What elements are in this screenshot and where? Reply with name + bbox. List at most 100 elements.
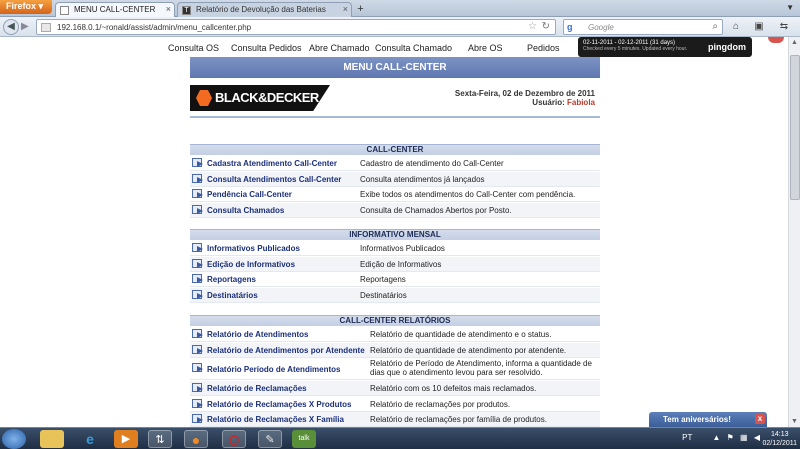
pingdom-logo: pingdom (708, 42, 746, 52)
menu-row: Pendência Call-Center Exibe todos os aten… (190, 187, 600, 202)
clock-time: 14:13 (770, 431, 789, 438)
menu-link[interactable]: Relatório de Reclamações X Família (207, 415, 344, 424)
page-title: MENU CALL-CENTER (190, 57, 600, 78)
search-icon[interactable]: ⌕ (712, 21, 718, 32)
menu-link[interactable]: Destinatários (207, 291, 258, 300)
menu-arrow-icon (192, 329, 204, 340)
menu-description: Reportagens (360, 275, 406, 284)
language-indicator[interactable]: PT (682, 433, 692, 442)
clock-date: 02/12/2011 (762, 440, 797, 447)
volume-icon[interactable]: ◀ (754, 433, 760, 442)
new-tab-button[interactable]: + (354, 3, 367, 16)
menu-pedidos[interactable]: Pedidos (527, 43, 560, 53)
navigation-bar: ◀ ▶ 192.168.0.1/~ronald/assist/admin/men… (0, 17, 800, 37)
menu-link[interactable]: Reportagens (207, 275, 256, 284)
brand-text: BLACK&DECKER (215, 90, 319, 105)
user-info: Usuário: Fabiola (532, 98, 595, 107)
pingdom-popup[interactable]: 02-11-2011 - 02-12-2011 (31 days) Checke… (578, 37, 752, 57)
menu-description: Consulta atendimentos já lançados (360, 174, 485, 184)
menu-row: Reportagens Reportagens (190, 272, 600, 287)
menu-link[interactable]: Pendência Call-Center (207, 190, 292, 199)
menu-consulta-os[interactable]: Consulta OS (168, 43, 219, 53)
menu-link[interactable]: Relatório de Atendimentos por Atendente (207, 346, 365, 355)
brand-row: BLACK&DECKER Sexta-Feira, 02 de Dezembro… (190, 78, 600, 118)
forward-button[interactable]: ▶ (21, 21, 29, 32)
tab-letter-icon: T (182, 6, 191, 15)
menu-link[interactable]: Informativos Publicados (207, 244, 300, 253)
menu-row: Informativos Publicados Informativos Publ… (190, 241, 600, 256)
home-icon[interactable]: ⌂ (727, 19, 745, 35)
vertical-scrollbar[interactable]: ▲ ▼ (788, 37, 800, 427)
close-icon[interactable]: x (755, 414, 765, 424)
folder-icon[interactable] (40, 430, 64, 448)
menu-row: Relatório de Reclamações X Produtos Relat… (190, 397, 600, 412)
black-decker-logo: BLACK&DECKER (190, 85, 330, 111)
menu-description: Edição de Informativos (360, 259, 442, 269)
menu-row: Destinatários Destinatários (190, 287, 600, 303)
menu-arrow-icon (192, 243, 204, 254)
menu-abre-os[interactable]: Abre OS (468, 43, 503, 53)
reload-icon[interactable]: ↻ (542, 21, 550, 32)
menu-row: Cadastra Atendimento Call-Center Cadastro… (190, 156, 600, 171)
firefox-icon[interactable]: ● (184, 430, 208, 448)
section-header: INFORMATIVO MENSAL (190, 229, 600, 240)
user-name: Fabiola (566, 98, 595, 107)
menu-link[interactable]: Relatório de Reclamações X Produtos (207, 400, 352, 409)
page-favicon-icon (60, 6, 69, 15)
menu-link[interactable]: Cadastra Atendimento Call-Center (207, 159, 337, 168)
network-app-icon[interactable]: ⇅ (148, 430, 172, 448)
bookmark-star-icon[interactable]: ☆ (528, 21, 537, 32)
tab-bar: Firefox ▾ MENU CALL-CENTER × T Relatório… (0, 0, 800, 17)
scroll-down-icon[interactable]: ▼ (791, 418, 798, 425)
scroll-up-icon[interactable]: ▲ (791, 39, 798, 46)
document-app-icon[interactable]: ✎ (258, 430, 282, 448)
close-tab-icon[interactable]: × (343, 4, 348, 14)
menu-description: Relatório de reclamações por família de … (370, 415, 547, 424)
menu-link[interactable]: Relatório de Reclamações (207, 384, 307, 393)
section-header: CALL-CENTER RELATÓRIOS (190, 315, 600, 326)
url-bar[interactable]: 192.168.0.1/~ronald/assist/admin/menu_ca… (36, 19, 556, 35)
network-icon[interactable]: ▦ (740, 433, 748, 442)
start-button[interactable] (2, 429, 26, 449)
menu-description: Consulta de Chamados Abertos por Posto. (360, 205, 512, 215)
menu-arrow-icon[interactable]: ⇆ (775, 19, 793, 35)
google-icon[interactable]: g (567, 22, 573, 32)
tab-list-icon[interactable]: ▼ (786, 3, 794, 12)
scrollbar-thumb[interactable] (790, 55, 800, 200)
close-tab-icon[interactable]: × (166, 4, 171, 14)
addon-icon[interactable]: ▣ (750, 19, 768, 35)
menu-link[interactable]: Edição de Informativos (207, 260, 295, 269)
windows-taskbar: e ▶ ⇅ ● O ✎ talk PT ▲ ⚑ ▦ ◀ 14:13 02/12/… (0, 427, 800, 449)
tray-arrow-icon[interactable]: ▲ (712, 433, 720, 442)
menu-arrow-icon (192, 398, 204, 410)
menu-abre-chamado[interactable]: Abre Chamado (309, 43, 370, 53)
menu-arrow-icon (192, 414, 204, 425)
birthday-label: Tem aniversários! (663, 415, 731, 424)
media-player-icon[interactable]: ▶ (114, 430, 138, 448)
internet-explorer-icon[interactable]: e (78, 430, 102, 448)
menu-arrow-icon (192, 289, 204, 301)
firefox-menu-button[interactable]: Firefox ▾ (0, 0, 52, 14)
search-input[interactable]: g Google ⌕ (563, 19, 723, 35)
menu-consulta-chamado[interactable]: Consulta Chamado (375, 43, 452, 53)
menu-link[interactable]: Consulta Chamados (207, 206, 284, 215)
tab-relatorio-devolucao[interactable]: T Relatório de Devolução das Baterias × (177, 2, 352, 17)
menu-link[interactable]: Relatório de Atendimentos (207, 330, 309, 339)
menu-link[interactable]: Consulta Atendimentos Call-Center (207, 175, 341, 184)
tab-title: Relatório de Devolução das Baterias (196, 5, 326, 14)
birthday-notification[interactable]: Tem aniversários! x (649, 412, 767, 427)
flag-icon[interactable]: ⚑ (727, 433, 734, 442)
opera-icon[interactable]: O (222, 430, 246, 448)
system-clock[interactable]: 14:13 02/12/2011 (762, 430, 797, 448)
menu-arrow-icon (192, 158, 204, 169)
menu-consulta-pedidos[interactable]: Consulta Pedidos (231, 43, 302, 53)
hexagon-logo-icon (196, 90, 212, 106)
menu-link[interactable]: Relatório Período de Atendimentos (207, 365, 341, 374)
menu-description: Exibe todos os atendimentos do Call-Cent… (360, 190, 576, 199)
back-button[interactable]: ◀ (3, 19, 19, 35)
google-talk-icon[interactable]: talk (292, 430, 316, 448)
tab-menu-callcenter[interactable]: MENU CALL-CENTER × (55, 2, 175, 17)
menu-arrow-icon (192, 274, 204, 285)
notification-badge-icon (768, 37, 784, 43)
system-tray: PT ▲ ⚑ ▦ ◀ (682, 433, 760, 442)
